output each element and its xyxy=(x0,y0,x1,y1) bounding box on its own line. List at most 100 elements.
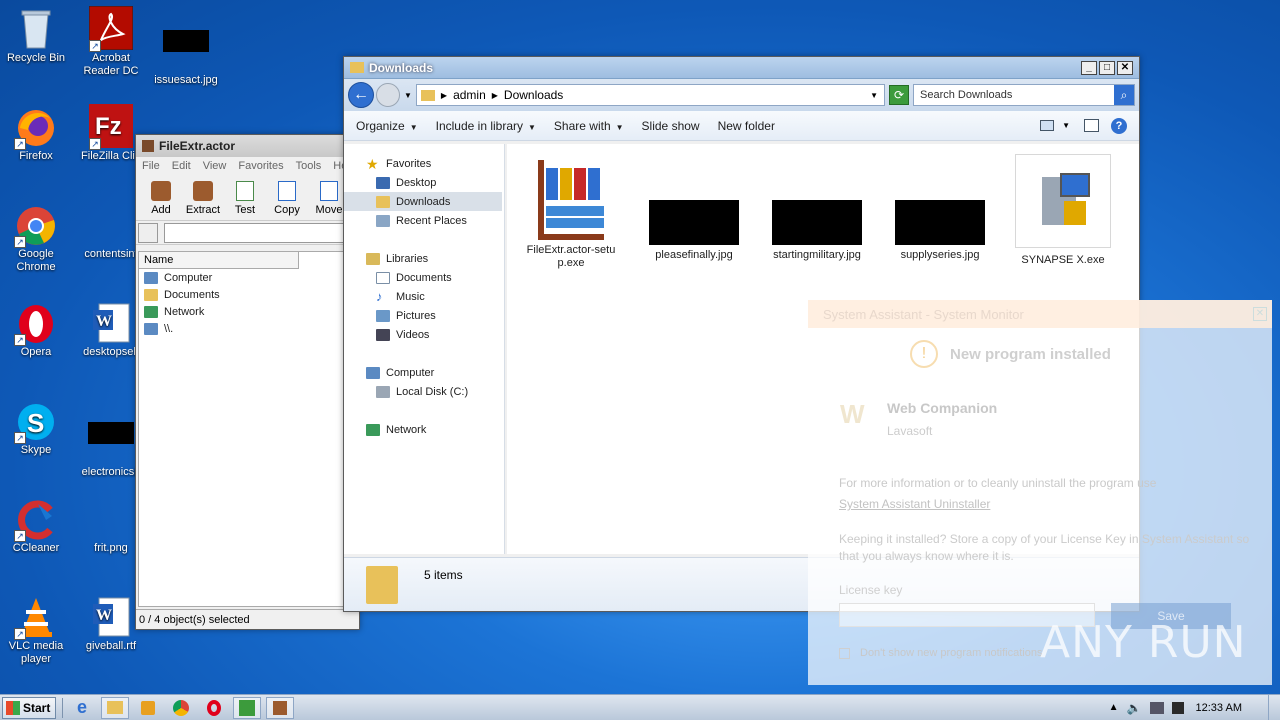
new-folder-button[interactable]: New folder xyxy=(718,119,775,133)
show-desktop-button[interactable] xyxy=(1268,694,1280,720)
nav-documents[interactable]: Documents xyxy=(344,268,504,287)
desktop-icon-issuesact[interactable]: issuesact.jpg xyxy=(151,8,221,87)
media-player-taskbar-icon[interactable] xyxy=(134,697,162,719)
file-item[interactable]: SYNAPSE X.exe xyxy=(1013,154,1113,267)
network-tray-icon[interactable] xyxy=(1149,701,1164,714)
file-item[interactable]: pleasefinally.jpg xyxy=(644,200,744,262)
folder-icon xyxy=(420,89,435,101)
menu-favorites[interactable]: Favorites xyxy=(238,160,283,172)
desktop-icon-label: CCleaner xyxy=(12,542,60,554)
menu-edit[interactable]: Edit xyxy=(172,160,191,172)
fileextr-taskbar-icon[interactable] xyxy=(266,696,294,719)
menu-view[interactable]: View xyxy=(203,160,227,172)
minimize-button[interactable]: _ xyxy=(1081,60,1097,75)
list-item[interactable]: Network xyxy=(139,303,356,320)
preview-pane-icon[interactable] xyxy=(1084,119,1099,132)
ie-taskbar-icon[interactable]: e xyxy=(68,697,96,719)
extract-button[interactable]: Extract xyxy=(182,181,224,216)
nav-recent-places[interactable]: Recent Places xyxy=(344,211,504,230)
nav-local-disk[interactable]: Local Disk (C:) xyxy=(344,382,504,401)
volume-icon[interactable]: 🔈 xyxy=(1127,701,1142,715)
view-options-icon[interactable] xyxy=(1040,120,1055,131)
nav-music[interactable]: ♪ Music xyxy=(344,287,504,306)
uninstaller-link[interactable]: System Assistant Uninstaller xyxy=(839,497,990,511)
address-bar[interactable]: ▶ admin ▶ Downloads ▼ xyxy=(415,84,885,106)
fileextr-toolbar: Add Extract Test Copy Move xyxy=(136,175,359,221)
popup-close-icon[interactable]: ✕ xyxy=(1253,307,1267,321)
copy-button[interactable]: Copy xyxy=(266,181,308,216)
desktop-icon-firefox[interactable]: ↗ Firefox xyxy=(1,106,71,163)
chrome-icon: ↗ xyxy=(14,204,56,248)
desktop-icon-acrobat[interactable]: ↗ Acrobat Reader DC xyxy=(76,5,146,78)
file-item[interactable]: supplyseries.jpg xyxy=(890,200,990,262)
list-item[interactable]: Computer xyxy=(139,269,356,286)
taskbar: Start e ▲ 🔈 12:33 AM xyxy=(0,694,1280,720)
explorer-titlebar[interactable]: Downloads _ □ ✕ xyxy=(344,57,1139,79)
desktop-icon-chrome[interactable]: ↗ Google Chrome xyxy=(1,204,71,274)
list-item[interactable]: \\. xyxy=(139,320,356,337)
add-button[interactable]: Add xyxy=(140,181,182,216)
search-input[interactable]: Search Downloads xyxy=(914,89,1114,101)
desktop-icon-recycle-bin[interactable]: Recycle Bin xyxy=(1,8,71,65)
breadcrumb-downloads[interactable]: Downloads xyxy=(504,88,870,102)
nav-desktop[interactable]: Desktop xyxy=(344,173,504,192)
videos-icon xyxy=(376,328,390,341)
list-item[interactable]: Documents xyxy=(139,286,356,303)
nav-favorites[interactable]: ★ Favorites xyxy=(344,154,504,173)
breadcrumb-admin[interactable]: admin xyxy=(453,88,486,102)
image-file-icon xyxy=(88,422,134,464)
recent-pages-chevron-icon[interactable]: ▼ xyxy=(404,91,412,100)
share-with-button[interactable]: Share with ▼ xyxy=(554,119,624,133)
desktop-icon-opera[interactable]: ↗ Opera xyxy=(1,302,71,359)
nav-network[interactable]: Network xyxy=(344,420,504,439)
organize-button[interactable]: Organize ▼ xyxy=(356,119,418,133)
back-button[interactable]: ← xyxy=(348,82,374,108)
path-input[interactable] xyxy=(164,222,357,243)
search-box[interactable]: Search Downloads ⌕ xyxy=(913,84,1135,106)
file-item[interactable]: startingmilitary.jpg xyxy=(767,200,867,262)
nav-libraries[interactable]: Libraries xyxy=(344,249,504,268)
file-name: supplyseries.jpg xyxy=(900,249,980,261)
close-button[interactable]: ✕ xyxy=(1117,60,1133,75)
show-hidden-icons-icon[interactable]: ▲ xyxy=(1109,702,1119,713)
include-in-library-button[interactable]: Include in library ▼ xyxy=(436,119,536,133)
nav-pictures[interactable]: Pictures xyxy=(344,306,504,325)
menu-tools[interactable]: Tools xyxy=(296,160,322,172)
task-app-taskbar-icon[interactable] xyxy=(233,696,261,719)
menu-file[interactable]: File xyxy=(142,160,160,172)
column-header-name[interactable]: Name xyxy=(139,252,299,269)
up-folder-button[interactable] xyxy=(138,222,158,243)
computer-icon xyxy=(144,271,158,284)
slide-show-button[interactable]: Slide show xyxy=(642,119,700,133)
search-icon[interactable]: ⌕ xyxy=(1114,85,1134,105)
dont-show-checkbox[interactable] xyxy=(839,648,850,659)
filezilla-icon: Fz ↗ xyxy=(89,104,133,150)
desktop-icon-skype[interactable]: S ↗ Skype xyxy=(1,400,71,457)
clock[interactable]: 12:33 AM xyxy=(1196,702,1242,714)
fileextr-titlebar[interactable]: FileExtr.actor xyxy=(136,135,359,157)
view-dropdown-icon[interactable]: ▼ xyxy=(1062,121,1070,130)
nav-computer[interactable]: Computer xyxy=(344,363,504,382)
popup-titlebar[interactable]: System Assistant - System Monitor ✕ xyxy=(808,300,1272,328)
fileextr-list[interactable]: Name Computer Documents Network \\. xyxy=(138,251,357,607)
nav-videos[interactable]: Videos xyxy=(344,325,504,344)
desktop-icon-vlc[interactable]: ↗ VLC media player xyxy=(1,596,71,666)
forward-button[interactable] xyxy=(376,83,400,107)
fileextr-window[interactable]: FileExtr.actor File Edit View Favorites … xyxy=(135,134,360,630)
explorer-taskbar-icon[interactable] xyxy=(101,696,129,719)
refresh-button[interactable]: ⟳ xyxy=(889,85,909,105)
opera-taskbar-icon[interactable] xyxy=(200,697,228,719)
maximize-button[interactable]: □ xyxy=(1099,60,1115,75)
nav-downloads[interactable]: Downloads xyxy=(344,192,502,211)
file-item[interactable]: FileExtr.actor-setup.exe xyxy=(521,158,621,270)
opera-icon: ↗ xyxy=(14,302,56,346)
action-center-icon[interactable] xyxy=(1171,701,1184,714)
test-button[interactable]: Test xyxy=(224,181,266,216)
address-dropdown-icon[interactable]: ▼ xyxy=(870,91,878,100)
help-icon[interactable]: ? xyxy=(1111,117,1127,134)
chrome-taskbar-icon[interactable] xyxy=(167,697,195,719)
window-title: FileExtr.actor xyxy=(159,139,236,153)
libraries-icon xyxy=(366,252,380,265)
start-button[interactable]: Start xyxy=(2,696,56,719)
desktop-icon-ccleaner[interactable]: ↗ CCleaner xyxy=(1,498,71,555)
